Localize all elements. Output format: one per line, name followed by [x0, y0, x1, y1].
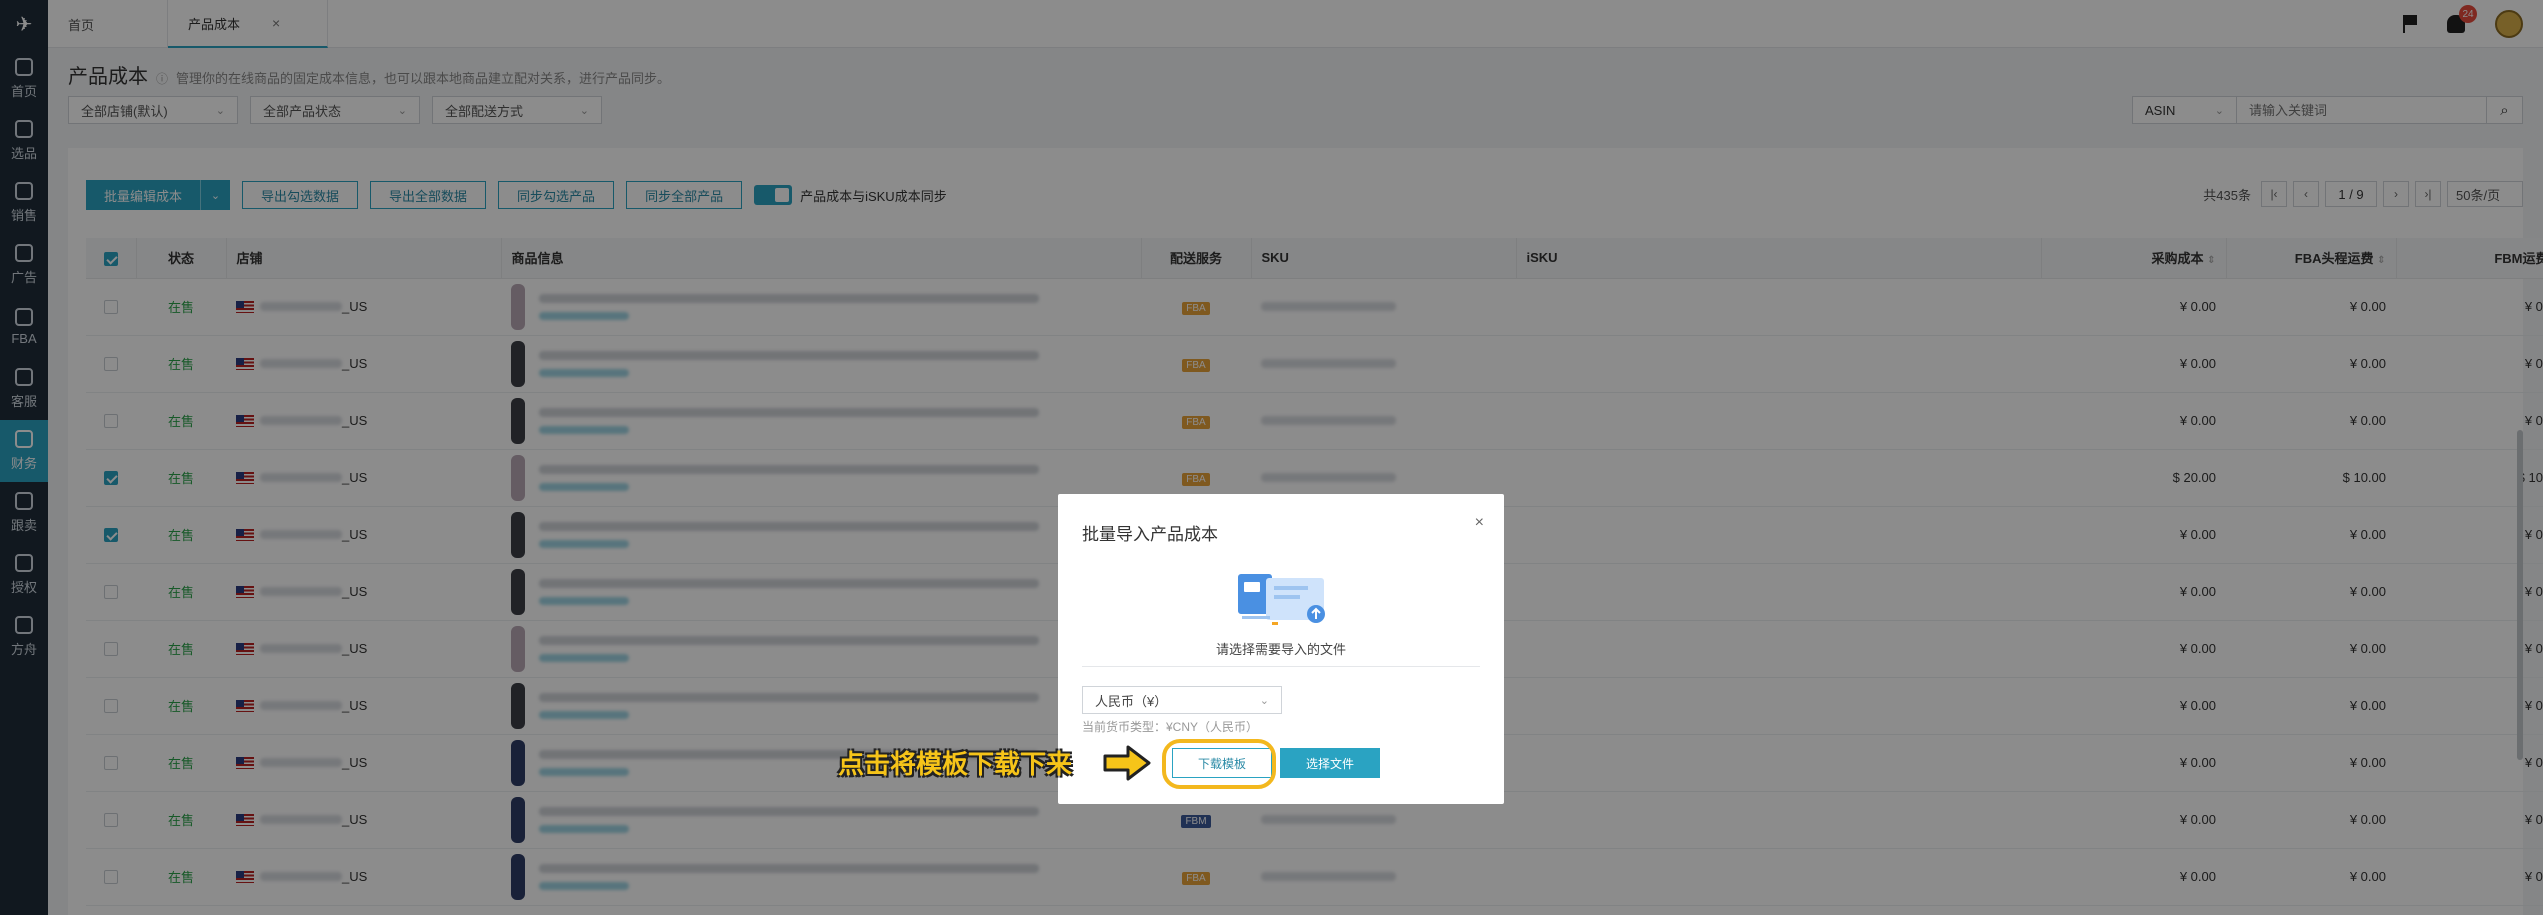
dialog-hint: 请选择需要导入的文件 — [1215, 642, 1346, 657]
divider — [1082, 666, 1480, 667]
currency-select[interactable]: 人民币（¥） ⌄ — [1082, 686, 1282, 714]
currency-value: 人民币（¥） — [1095, 693, 1168, 709]
chevron-down-icon: ⌄ — [1259, 694, 1269, 707]
dialog-title: 批量导入产品成本 — [1082, 525, 1218, 544]
choose-file-button[interactable]: 选择文件 — [1280, 748, 1380, 778]
close-icon[interactable]: × — [1475, 514, 1484, 532]
currency-note: 当前货币类型：¥CNY（人民币） — [1082, 720, 1259, 734]
file-upload-icon — [1238, 574, 1325, 625]
arrow-right-icon — [1103, 745, 1151, 781]
highlight-ring — [1162, 739, 1276, 789]
tutorial-annotation: 点击将模板下载下来 — [838, 750, 1073, 780]
